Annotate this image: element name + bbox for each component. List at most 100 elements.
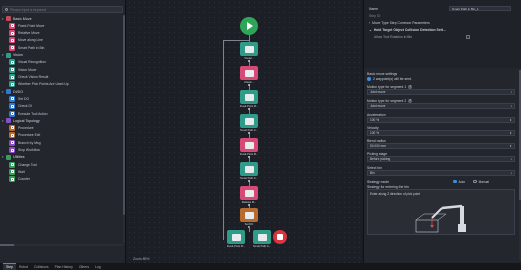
stepper-icon[interactable]: ⇕ xyxy=(509,131,512,135)
step-tree: ▾ Basic Move Fixed-Point Move Relative Move… xyxy=(0,15,124,243)
branch-icon xyxy=(9,139,15,146)
tree-item[interactable]: Relative Move xyxy=(0,29,124,37)
tree-label: Fixed-Point Move xyxy=(18,23,45,28)
auto-radio[interactable]: Auto xyxy=(453,180,465,184)
velocity-value: 100 % xyxy=(370,131,380,135)
tree-item[interactable]: Vision Move xyxy=(0,66,124,73)
category-icon xyxy=(6,154,11,160)
manual-radio[interactable]: Manual xyxy=(473,180,489,184)
output-port[interactable] xyxy=(248,107,250,110)
eye-icon xyxy=(9,59,15,66)
tree-item[interactable]: Counter xyxy=(0,176,124,183)
tree-item[interactable]: Stop Workflow xyxy=(0,146,124,154)
play-icon xyxy=(247,22,253,30)
tree-item[interactable]: Fixed-Point Move xyxy=(0,22,124,29)
workflow-step-node[interactable] xyxy=(240,138,258,152)
accel-input[interactable]: 100 % ⇕ xyxy=(367,117,515,123)
tree-label: Move along Line xyxy=(18,38,43,43)
workflow-step-node[interactable] xyxy=(240,162,258,176)
move-type-section[interactable]: › Move Type Step Common Parameters xyxy=(364,19,521,26)
camera-icon xyxy=(9,66,15,73)
tree-item[interactable]: Check Vision Result xyxy=(0,73,124,81)
output-port[interactable] xyxy=(248,155,250,158)
tree-item[interactable]: Smart Path in Bin xyxy=(0,44,124,51)
input-icon xyxy=(9,103,15,110)
arrow-icon xyxy=(9,30,15,37)
tree-category[interactable]: ▾ Logical Topology xyxy=(0,117,124,124)
tree-category[interactable]: ▾ DI/DO xyxy=(0,88,124,95)
blend-input[interactable]: 50.000 mm ⇕ xyxy=(367,143,515,149)
step-library-panel: ▾Basic MoveFixed-Point Move Relative Move… xyxy=(0,0,126,263)
help-icon[interactable]: ? xyxy=(408,84,413,89)
workflow-canvas[interactable]: Visual... Check... Fixed-Point M... Smart P… xyxy=(127,0,362,263)
output-port[interactable] xyxy=(248,131,250,134)
stepper-icon[interactable]: ⇕ xyxy=(509,118,512,122)
workflow-step-node[interactable] xyxy=(240,114,258,128)
output-port[interactable] xyxy=(248,179,250,182)
workflow-step-node[interactable] xyxy=(240,208,258,222)
hold-target-label: Hold Target Object Collision Detection S… xyxy=(373,27,446,32)
picking-select[interactable]: Before picking ▾ xyxy=(367,156,515,162)
step-icon xyxy=(244,69,254,77)
workflow-step-node[interactable] xyxy=(240,186,258,200)
workflow-step-node[interactable] xyxy=(240,42,258,56)
left-horizontal-scrollbar[interactable] xyxy=(0,244,124,246)
left-scrollbar[interactable] xyxy=(123,15,125,243)
tree-label: Logical Topology xyxy=(13,118,40,123)
step-icon xyxy=(244,165,254,173)
tab-step[interactable]: Step xyxy=(3,263,16,270)
tree-item[interactable]: Visual Recognition xyxy=(0,59,124,66)
chevron-down-icon: ▾ xyxy=(510,157,512,161)
stepper-icon[interactable]: ⇕ xyxy=(509,144,512,148)
tab-plan-history[interactable]: Plan History xyxy=(52,263,76,270)
name-row: Name Smart Path in Bin_1 xyxy=(364,5,521,12)
tree-category[interactable]: ▾ Utilities xyxy=(0,154,124,161)
search-box[interactable] xyxy=(2,6,123,13)
tree-item[interactable]: Branch by Msg xyxy=(0,139,124,146)
bin-value: Bin xyxy=(370,171,375,175)
search-input[interactable] xyxy=(10,7,110,12)
tree-item[interactable]: Wait xyxy=(0,168,124,175)
help-icon[interactable]: ? xyxy=(408,98,413,103)
bottom-tab-bar: Step Robot Collisions Plan History Other… xyxy=(0,263,521,270)
tree-item[interactable]: Set DO xyxy=(0,95,124,102)
end-node[interactable] xyxy=(273,230,287,244)
tree-label: Counter xyxy=(18,177,31,182)
workflow-step-node[interactable] xyxy=(227,230,245,244)
tree-item[interactable]: Execute Tool Action xyxy=(0,110,124,117)
workflow-step-node[interactable] xyxy=(240,90,258,104)
tree-category[interactable]: ▾ Basic Move xyxy=(0,15,124,22)
tab-robot[interactable]: Robot xyxy=(16,263,31,270)
tree-category[interactable]: ▾ Vision xyxy=(0,52,124,59)
hold-target-section[interactable]: ⌄ Hold Target Object Collision Detection… xyxy=(364,26,521,33)
start-node[interactable] xyxy=(240,17,258,35)
tree-item[interactable]: Procedure Exit xyxy=(0,132,124,139)
tree-label: Check DI xyxy=(18,104,32,109)
name-field[interactable]: Smart Path in Bin_1 xyxy=(449,6,511,11)
tree-item[interactable]: Check DI xyxy=(0,103,124,110)
allow-rotation-checkbox[interactable] xyxy=(466,34,470,39)
tree-item[interactable]: Change Tool xyxy=(0,161,124,168)
procedure-icon xyxy=(9,124,15,131)
workflow-step-node[interactable] xyxy=(240,66,258,80)
bin-select[interactable]: Bin ▾ xyxy=(367,170,515,176)
seg2-select[interactable]: Joint move ▾ xyxy=(367,103,515,109)
tree-item[interactable]: Whether Pick Points Are Used Up xyxy=(0,81,124,88)
tree-label: Change Tool xyxy=(18,162,37,167)
velocity-input[interactable]: 100 % ⇕ xyxy=(367,130,515,136)
step-icon xyxy=(244,117,254,125)
tab-log[interactable]: Log xyxy=(92,263,104,270)
tab-others[interactable]: Others xyxy=(76,263,92,270)
tree-label: Procedure Exit xyxy=(18,133,41,138)
step-icon xyxy=(244,141,254,149)
workflow-step-node[interactable] xyxy=(253,230,271,244)
tab-collisions[interactable]: Collisions xyxy=(31,263,52,270)
seg1-select[interactable]: Joint move ▾ xyxy=(367,89,515,95)
tree-item[interactable]: Procedure xyxy=(0,124,124,131)
check-icon xyxy=(9,74,15,81)
output-port[interactable] xyxy=(248,59,250,62)
output-port[interactable] xyxy=(248,203,250,206)
output-port[interactable] xyxy=(248,83,250,86)
tree-item[interactable]: Move along Line xyxy=(0,37,124,44)
search-icon xyxy=(5,8,8,11)
